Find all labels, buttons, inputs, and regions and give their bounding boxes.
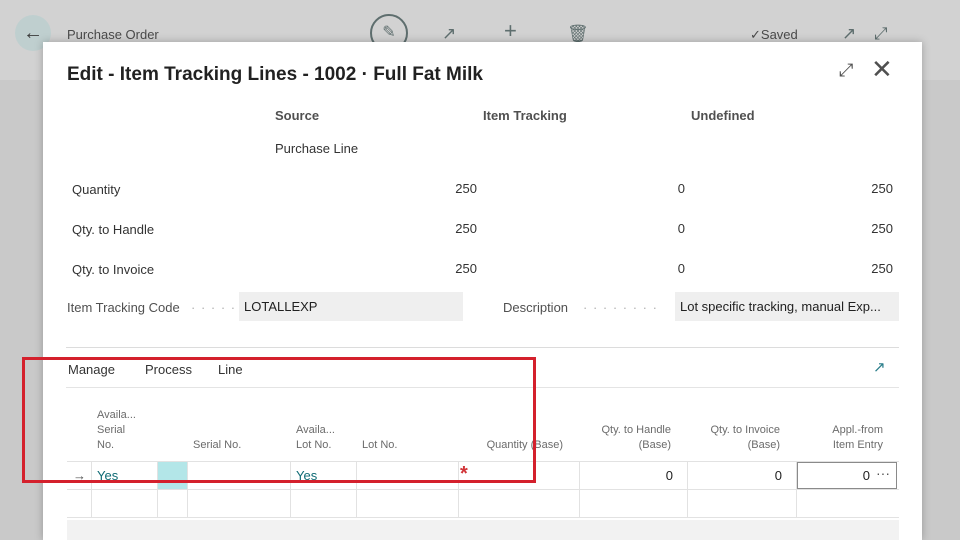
grid-footer (67, 520, 899, 540)
description-field[interactable]: Lot specific tracking, manual Exp... (675, 292, 899, 321)
field-leader-dots: · · · · · · · · (583, 300, 658, 315)
share-icon[interactable]: ↗ (873, 358, 886, 376)
quantity-undefined: 250 (871, 181, 893, 196)
col-header-undefined: Undefined (691, 108, 755, 123)
row-label-quantity: Quantity (72, 182, 121, 197)
highlight-annotation (22, 357, 536, 483)
col-header-item-tracking: Item Tracking (483, 108, 567, 123)
source-subheader: Purchase Line (275, 141, 359, 156)
qty-to-invoice-base-cell[interactable]: 0 (691, 468, 782, 483)
qty-to-handle-source: 250 (455, 221, 477, 236)
checkmark-icon: ✓ (750, 27, 761, 42)
header-appl-from-item-entry[interactable]: Appl.-from Item Entry (797, 423, 883, 453)
more-options-icon[interactable]: ··· (876, 465, 890, 481)
row-label-qty-to-handle: Qty. to Handle (72, 222, 155, 237)
close-icon[interactable]: ✕ (871, 56, 893, 82)
qty-to-invoice-source: 250 (455, 261, 477, 276)
expand-icon[interactable]: ⤢ (839, 60, 853, 81)
field-leader-dots: · · · · · (191, 300, 237, 315)
appl-from-item-entry-value: 0 (862, 468, 870, 483)
section-divider (66, 347, 899, 348)
expand-icon[interactable]: ⤢ (874, 24, 888, 44)
quantity-item-tracking: 0 (677, 181, 685, 196)
row-label-qty-to-invoice: Qty. to Invoice (72, 262, 155, 277)
saved-status: ✓Saved (750, 27, 798, 42)
appl-from-item-entry-input[interactable]: 0 ··· (797, 462, 897, 489)
grid-line (687, 462, 688, 518)
header-qty-to-handle-base[interactable]: Qty. to Handle (Base) (583, 423, 672, 453)
col-header-source: Source (275, 108, 320, 123)
qty-to-handle-base-cell[interactable]: 0 (583, 468, 673, 483)
share-icon[interactable]: ↗ (442, 24, 456, 44)
grid-line (67, 489, 899, 490)
open-new-icon[interactable]: ↗ (842, 24, 856, 44)
plus-icon[interactable]: + (504, 20, 517, 42)
quantity-source: 250 (455, 181, 477, 196)
background-page-title: Purchase Order (67, 27, 159, 42)
grid-line (579, 462, 580, 518)
description-label: Description (503, 300, 569, 315)
header-qty-to-invoice-base[interactable]: Qty. to Invoice (Base) (691, 423, 781, 453)
qty-to-handle-undefined: 250 (871, 221, 893, 236)
trash-icon[interactable]: 🗑 (567, 24, 589, 44)
item-tracking-code-field[interactable]: LOTALLEXP (239, 292, 463, 321)
qty-to-invoice-undefined: 250 (871, 261, 893, 276)
dialog-title: Edit - Item Tracking Lines - 1002 · Full… (67, 64, 483, 85)
qty-to-handle-item-tracking: 0 (677, 221, 685, 236)
qty-to-invoice-item-tracking: 0 (677, 261, 685, 276)
item-tracking-code-label: Item Tracking Code (67, 300, 180, 315)
grid-line (67, 517, 899, 518)
